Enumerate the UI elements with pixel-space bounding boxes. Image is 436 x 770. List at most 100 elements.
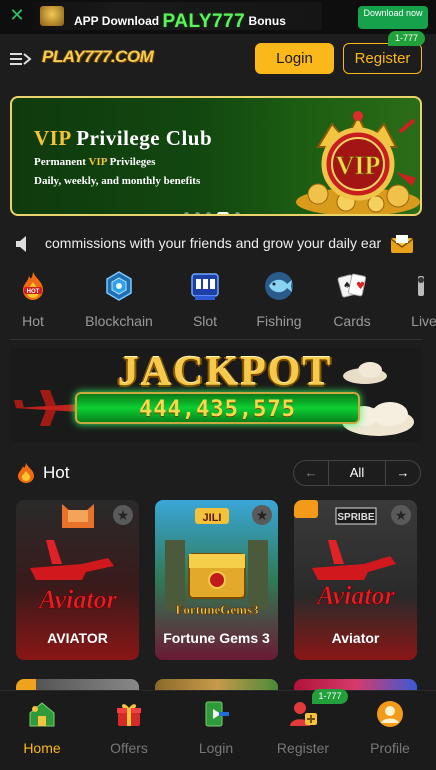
slot-icon: [191, 273, 219, 300]
banner-line-1: Permanent VIP Privileges: [34, 156, 155, 168]
cards-icon: ♥ ♠: [337, 273, 367, 298]
nav-login[interactable]: Login: [176, 699, 256, 756]
svg-text:♠: ♠: [343, 281, 351, 291]
jackpot-counter: 444,435,575: [75, 392, 360, 424]
banner-title-vip: VIP: [34, 126, 71, 150]
category-blockchain[interactable]: Blockchain: [80, 270, 158, 329]
download-now-button[interactable]: Download now: [358, 6, 428, 29]
category-slot[interactable]: Slot: [184, 270, 226, 329]
fish-icon: [265, 272, 293, 300]
jackpot-amount: 444,435,575: [139, 397, 296, 422]
blockchain-icon: [106, 271, 132, 301]
game-name: Aviator: [331, 630, 380, 646]
menu-icon[interactable]: [10, 50, 32, 68]
offers-icon: [117, 704, 141, 726]
category-bar: HOT Hot Blockchain Slot Fishing ♥ ♠ Card…: [0, 270, 436, 330]
pagination-dot-active[interactable]: [217, 212, 229, 214]
register-bonus-badge: 1-777: [388, 31, 425, 46]
mail-icon[interactable]: [390, 234, 414, 254]
banner-title: VIP Privilege Club: [34, 126, 212, 151]
jackpot-title: JACKPOT: [117, 349, 333, 395]
category-label: Hot: [22, 313, 44, 329]
next-button[interactable]: →: [386, 461, 420, 485]
banner-line-1-pre: Permanent: [34, 156, 89, 168]
home-icon: [29, 702, 55, 727]
prev-button[interactable]: ←: [294, 461, 328, 485]
provider-spribe: SPRIBE: [337, 512, 375, 523]
svg-text:VIP: VIP: [336, 151, 381, 180]
star-icon[interactable]: ★: [252, 505, 272, 525]
view-all-button[interactable]: All: [328, 461, 386, 485]
announcement-text: commissions with your friends and grow y…: [45, 235, 381, 251]
banner-line-2: Daily, weekly, and monthly benefits: [34, 175, 201, 187]
nav-label: Home: [23, 740, 61, 756]
category-fishing[interactable]: Fishing: [252, 270, 306, 329]
pagination-dot[interactable]: [206, 212, 211, 214]
profile-icon: [377, 701, 403, 727]
game-card-aviator[interactable]: Aviator AVIATOR ★: [16, 500, 139, 660]
speaker-icon: [16, 236, 26, 252]
game-name: AVIATOR: [47, 630, 108, 646]
divider: [10, 339, 422, 340]
pagination-dot[interactable]: [235, 212, 240, 214]
download-prefix: APP Download: [74, 14, 160, 28]
login-button[interactable]: Login: [255, 43, 334, 74]
nav-profile[interactable]: Profile: [350, 699, 430, 756]
live-icon: [418, 276, 424, 296]
login-icon: [205, 701, 229, 727]
game-name: Fortune Gems 3: [163, 630, 270, 646]
download-banner-text: APP Download PALY777 Bonus: [74, 9, 286, 32]
download-suffix: Bonus: [248, 14, 286, 28]
fire-icon: HOT: [23, 272, 43, 300]
banner-line-1-vip: VIP: [88, 156, 107, 168]
close-icon[interactable]: ✕: [8, 6, 26, 24]
svg-text:♥: ♥: [356, 281, 365, 292]
register-button[interactable]: Register: [343, 43, 422, 74]
star-icon[interactable]: ★: [391, 505, 411, 525]
svg-text:HOT: HOT: [27, 289, 40, 295]
bottom-navigation: Home Offers Login Register Profile: [0, 690, 436, 770]
game-card-aviator-spribe[interactable]: SPRIBE Aviator Aviator ★: [294, 500, 417, 660]
register-bonus-badge: 1-777: [312, 689, 348, 704]
jackpot-banner: JACKPOT 444,435,575: [10, 348, 422, 443]
fire-icon: [18, 463, 34, 483]
nav-register[interactable]: Register: [263, 699, 343, 756]
game-card-fortune-gems-3[interactable]: JILI FortuneGems3 Fortune Gems 3 ★: [155, 500, 278, 660]
category-label: Cards: [333, 313, 371, 329]
category-hot[interactable]: HOT Hot: [11, 270, 55, 329]
category-label: Slot: [192, 313, 218, 329]
download-brand: PALY777: [162, 11, 246, 32]
download-bar: ✕ APP Download PALY777 Bonus Download no…: [0, 0, 436, 34]
category-label: Fishing: [256, 313, 302, 329]
site-logo[interactable]: PLAY777.COM: [42, 47, 154, 71]
nav-label: Offers: [110, 740, 148, 756]
banner-pagination: [184, 206, 246, 214]
svg-text:Aviator: Aviator: [315, 581, 395, 610]
hot-pager: ← All →: [293, 460, 421, 486]
vip-crown-icon: VIP: [296, 111, 420, 214]
nav-label: Profile: [370, 740, 410, 756]
section-title: Hot: [43, 463, 70, 482]
svg-text:FortuneGems3: FortuneGems3: [175, 602, 259, 617]
nav-home[interactable]: Home: [2, 699, 82, 756]
category-live[interactable]: Live: [404, 270, 436, 329]
promo-banner[interactable]: VIP Privilege Club Permanent VIP Privile…: [10, 96, 422, 216]
header: PLAY777.COM Login Register: [0, 34, 436, 84]
star-icon[interactable]: ★: [113, 505, 133, 525]
nav-offers[interactable]: Offers: [89, 699, 169, 756]
category-label: Blockchain: [85, 313, 153, 329]
nav-label: Register: [276, 740, 330, 756]
banner-line-1-post: Privileges: [106, 156, 156, 168]
category-label: Live: [411, 313, 436, 329]
download-banner[interactable]: APP Download PALY777 Bonus: [32, 2, 322, 32]
nav-label: Login: [198, 740, 234, 756]
provider-jili: JILI: [203, 512, 222, 524]
announcement-marquee: commissions with your friends and grow y…: [0, 229, 436, 259]
app-logo-icon: [40, 6, 64, 26]
hot-section-header: Hot ← All →: [0, 458, 436, 488]
pagination-dot[interactable]: [195, 212, 200, 214]
banner-title-rest: Privilege Club: [70, 126, 213, 150]
pagination-dot[interactable]: [184, 212, 189, 214]
category-cards[interactable]: ♥ ♠ Cards: [330, 270, 374, 329]
svg-text:Aviator: Aviator: [37, 585, 117, 614]
